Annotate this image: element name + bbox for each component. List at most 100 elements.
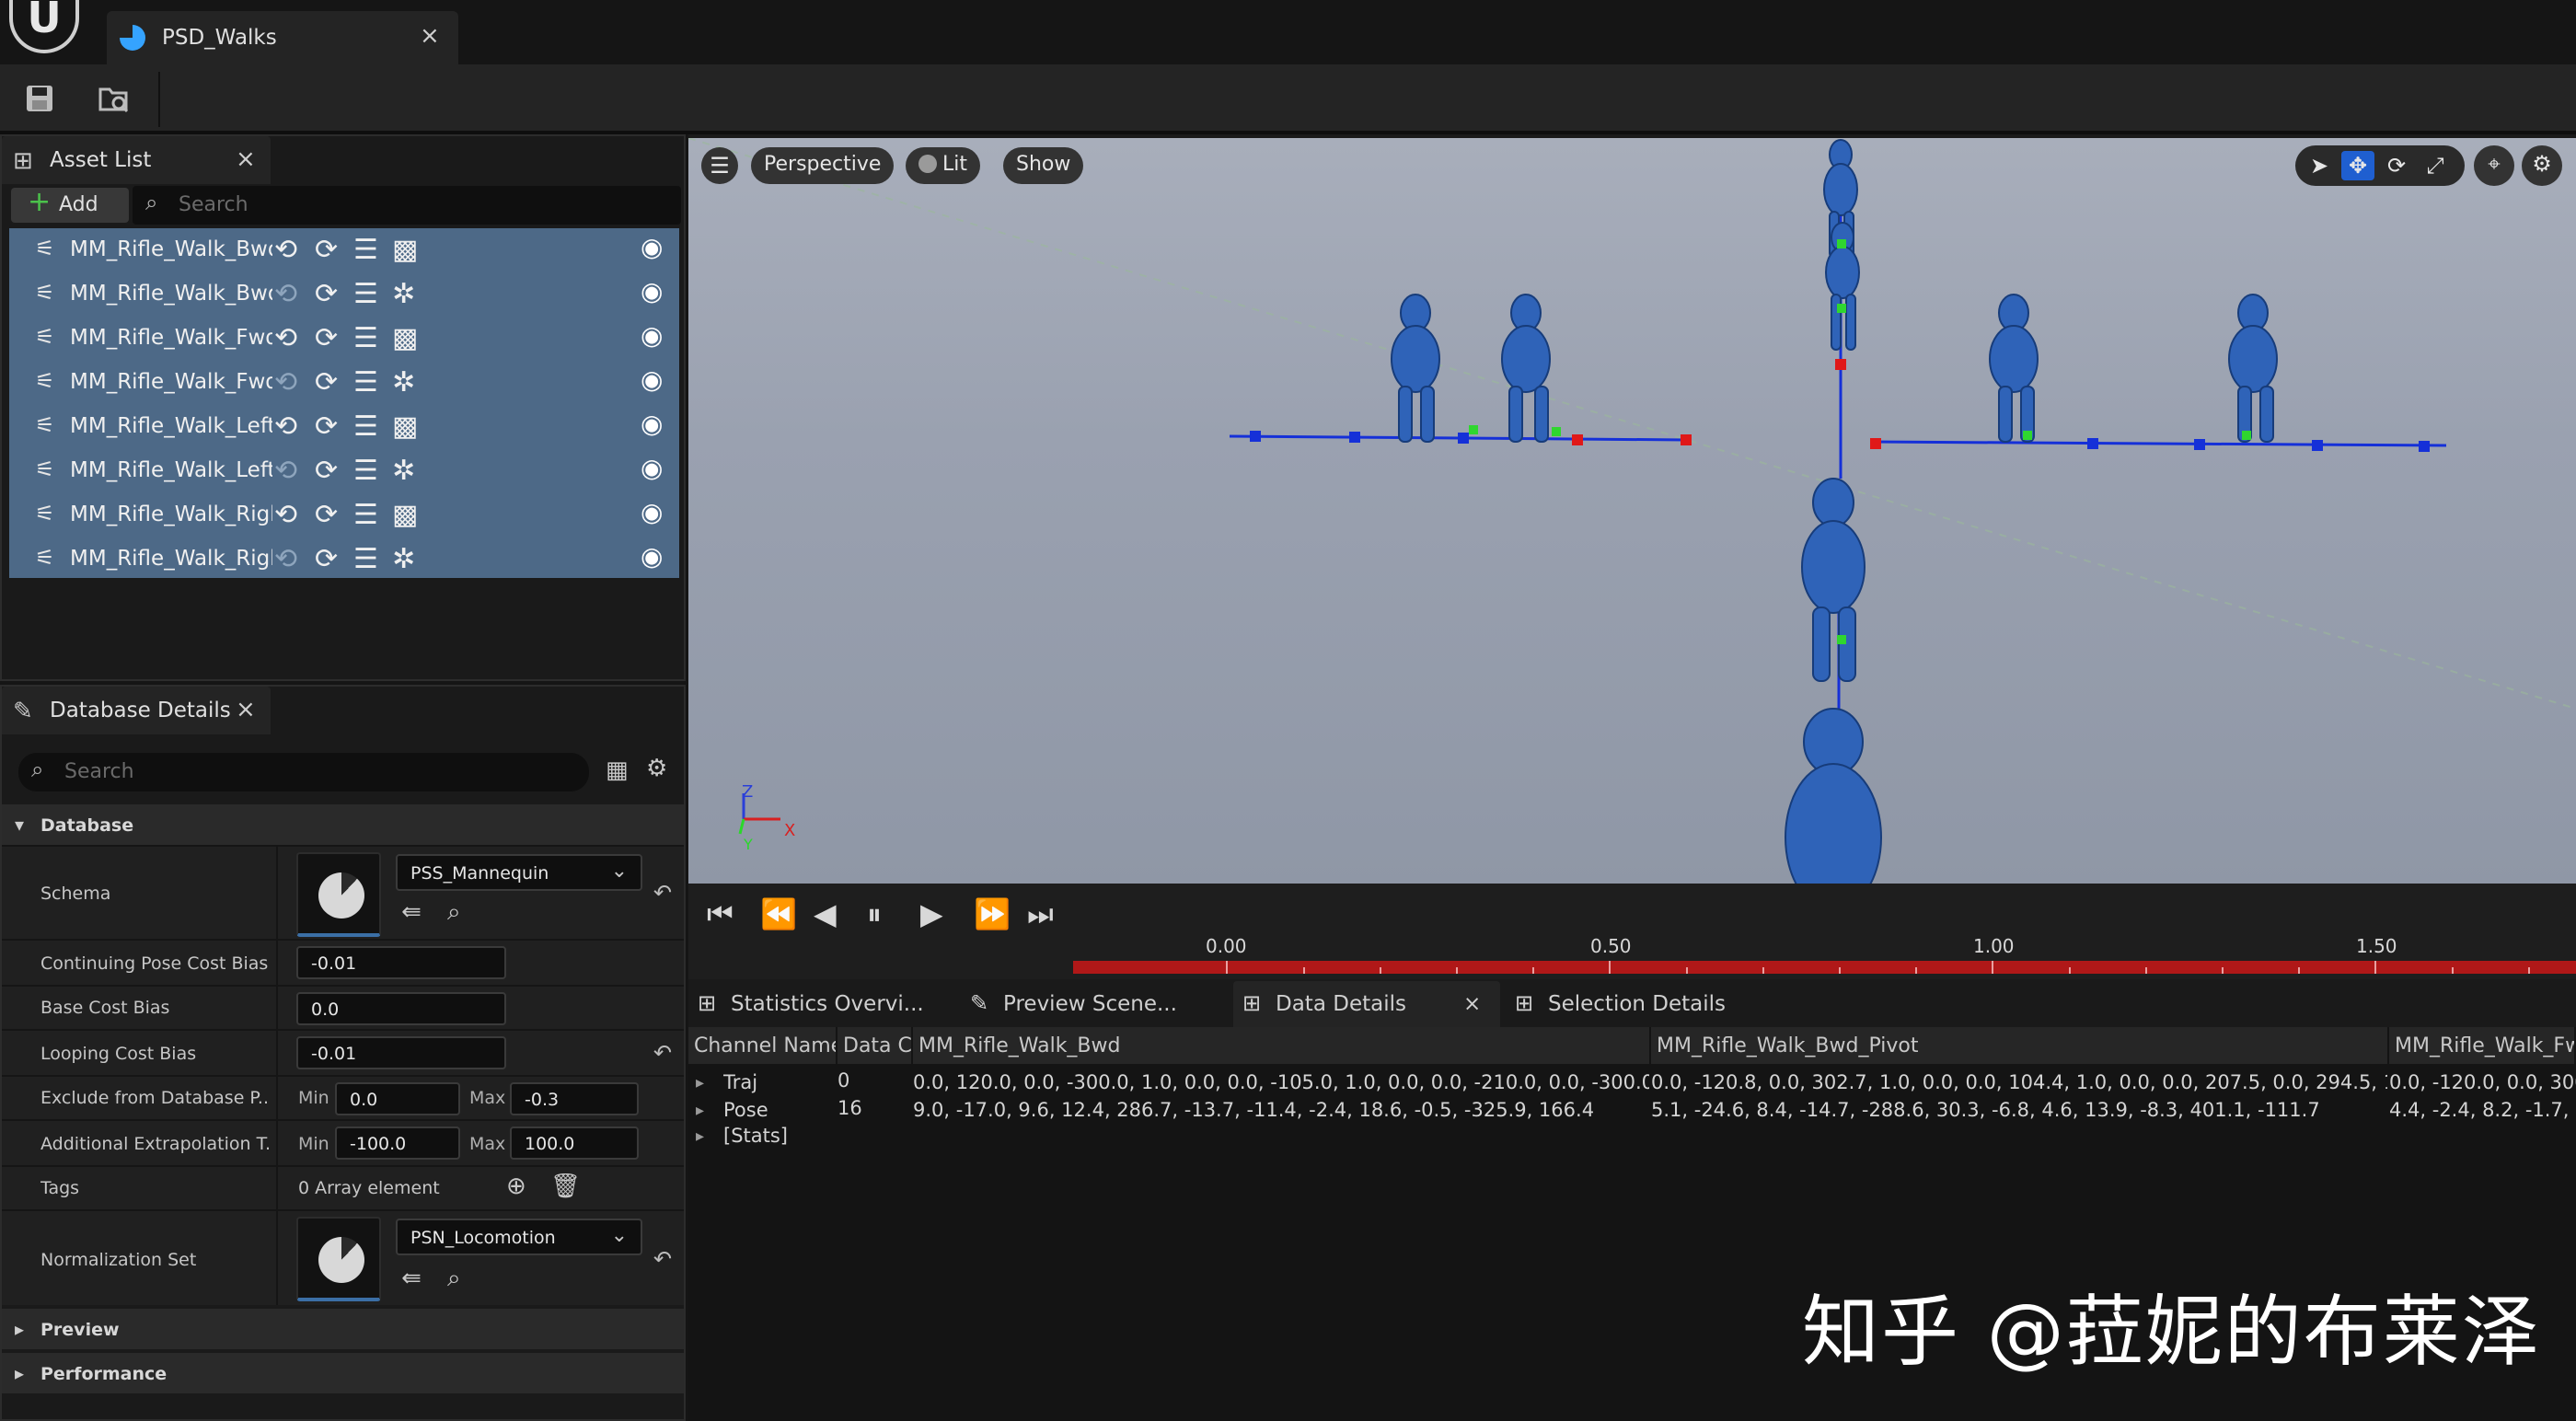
tab-selection-details[interactable]: ⊞ Selection Details xyxy=(1506,981,1782,1027)
base-cost-bias-input[interactable]: 0.0 xyxy=(296,992,506,1025)
close-icon[interactable]: × xyxy=(236,696,256,723)
save-icon[interactable] xyxy=(15,74,64,123)
database-details-tab[interactable]: ✎ Database Details × xyxy=(2,687,271,734)
loop-icon[interactable]: ⟲ xyxy=(274,455,297,487)
eye-icon[interactable]: ◉ xyxy=(641,453,663,483)
sampling-range-icon[interactable]: ☰ xyxy=(353,234,378,266)
camera-speed-icon[interactable]: ⚙ xyxy=(2522,145,2562,186)
play-reverse-icon[interactable]: ◀ xyxy=(814,896,837,931)
unreal-logo-icon[interactable]: U xyxy=(9,0,79,53)
loop-icon[interactable]: ⟲ xyxy=(274,234,297,266)
add-element-icon[interactable]: ⊕ xyxy=(506,1173,526,1200)
surface-snap-icon[interactable]: ⌖ xyxy=(2474,145,2514,186)
timeline-track[interactable] xyxy=(1073,961,2576,974)
browse-icon[interactable]: ⌕ xyxy=(447,1265,461,1293)
column-header[interactable]: MM_Rifle_Walk_Bwd_Pivot xyxy=(1651,1027,2389,1064)
browse-asset-icon[interactable] xyxy=(88,74,138,123)
preview-category[interactable]: ▸ Preview xyxy=(2,1309,684,1349)
exclude-max-input[interactable]: -0.3 xyxy=(510,1082,639,1115)
exclude-min-input[interactable]: 0.0 xyxy=(335,1082,460,1115)
reset-icon[interactable]: ↶ xyxy=(653,1040,672,1066)
details-search-input[interactable]: ⌕ Search xyxy=(18,753,589,791)
database-category[interactable]: ▾ Database xyxy=(2,804,684,845)
show-button[interactable]: Show xyxy=(1003,147,1084,184)
tab-preview-scene[interactable]: ✎ Preview Scene... xyxy=(961,981,1228,1027)
mirror-icon[interactable]: ⟳ xyxy=(315,499,338,531)
sampling-range-icon[interactable]: ☰ xyxy=(353,499,378,531)
enabled-icon[interactable]: ✲ xyxy=(392,543,415,575)
browse-icon[interactable]: ⌕ xyxy=(447,898,461,927)
normalization-set-combo[interactable]: PSN_Locomotion ⌄ xyxy=(396,1219,642,1255)
continuing-pose-cost-bias-input[interactable]: -0.01 xyxy=(296,946,506,979)
use-selected-icon[interactable]: ⇚ xyxy=(401,1265,422,1292)
scale-icon[interactable]: ⤢ xyxy=(2419,151,2452,180)
gear-icon[interactable]: ⚙ xyxy=(646,755,667,782)
mirror-icon[interactable]: ⟳ xyxy=(315,410,338,443)
extrapolation-max-input[interactable]: 100.0 xyxy=(510,1126,639,1160)
asset-row[interactable]: ⚟ MM_Rifle_Walk_Right ⟲ ⟳ ☰ ▩ ◉ xyxy=(9,493,679,537)
performance-category[interactable]: ▸ Performance xyxy=(2,1353,684,1393)
eye-icon[interactable]: ◉ xyxy=(641,364,663,395)
expand-arrow-icon[interactable]: ▸ xyxy=(696,1073,704,1092)
column-header[interactable]: MM_Rifle_Walk_Fw xyxy=(2389,1027,2576,1064)
mirror-icon[interactable]: ⟳ xyxy=(315,455,338,487)
sampling-range-icon[interactable]: ☰ xyxy=(353,366,378,399)
sampling-range-icon[interactable]: ☰ xyxy=(353,543,378,575)
eye-icon[interactable]: ◉ xyxy=(641,497,663,527)
sampling-range-icon[interactable]: ☰ xyxy=(353,322,378,354)
tab-data-details[interactable]: ⊞ Data Details × xyxy=(1233,981,1500,1027)
close-icon[interactable]: × xyxy=(236,145,256,173)
reset-icon[interactable]: ↶ xyxy=(653,880,672,906)
preview-viewport[interactable]: Z X Y ☰ Perspective Lit Show ➤ ✥ ⟳ ⤢ ⌖ ⚙ xyxy=(688,134,2576,884)
perspective-button[interactable]: Perspective xyxy=(751,147,895,184)
loop-icon[interactable]: ⟲ xyxy=(274,410,297,443)
reset-icon[interactable]: ↶ xyxy=(653,1246,672,1272)
eye-icon[interactable]: ◉ xyxy=(641,541,663,572)
go-to-start-icon[interactable]: ⏮ xyxy=(707,896,734,932)
lit-button[interactable]: Lit xyxy=(906,147,980,184)
eye-icon[interactable]: ◉ xyxy=(641,409,663,439)
trash-icon[interactable]: 🗑 xyxy=(550,1173,581,1200)
tab-statistics-overview[interactable]: ⊞ Statistics Overvi... xyxy=(688,981,946,1027)
enabled-icon[interactable]: ✲ xyxy=(392,455,415,487)
eye-icon[interactable]: ◉ xyxy=(641,320,663,351)
schema-combo[interactable]: PSS_Mannequin ⌄ xyxy=(396,854,642,891)
asset-row[interactable]: ⚟ MM_Rifle_Walk_Fwd ⟲ ⟳ ☰ ▩ ◉ xyxy=(9,317,679,361)
add-button[interactable]: + Add xyxy=(11,186,129,223)
looping-cost-bias-input[interactable]: -0.01 xyxy=(296,1036,506,1069)
table-view-icon[interactable]: ▦ xyxy=(606,757,629,784)
rotate-icon[interactable]: ⟳ xyxy=(2380,151,2413,180)
go-to-end-icon[interactable]: ⏭ xyxy=(1027,896,1054,932)
translate-icon[interactable]: ✥ xyxy=(2341,151,2374,180)
play-icon[interactable]: ▶ xyxy=(920,896,943,931)
mirror-icon[interactable]: ⟳ xyxy=(315,278,338,310)
loop-icon[interactable]: ⟲ xyxy=(274,499,297,531)
disabled-icon[interactable]: ▩ xyxy=(392,234,418,266)
close-icon[interactable]: × xyxy=(420,22,440,50)
asset-row[interactable]: ⚟ MM_Rifle_Walk_Bwd ⟲ ⟳ ☰ ✲ ◉ xyxy=(9,272,679,317)
asset-search-input[interactable]: ⌕ Search xyxy=(133,186,681,225)
asset-list-tab[interactable]: ⊞ Asset List × xyxy=(2,136,271,184)
expand-arrow-icon[interactable]: ▸ xyxy=(696,1101,704,1120)
eye-icon[interactable]: ◉ xyxy=(641,276,663,306)
sampling-range-icon[interactable]: ☰ xyxy=(353,278,378,310)
enabled-icon[interactable]: ✲ xyxy=(392,366,415,399)
select-arrow-icon[interactable]: ➤ xyxy=(2303,151,2336,180)
document-tab[interactable]: PSD_Walks × xyxy=(107,11,458,64)
disabled-icon[interactable]: ▩ xyxy=(392,499,418,531)
enabled-icon[interactable]: ✲ xyxy=(392,278,415,310)
disabled-icon[interactable]: ▩ xyxy=(392,410,418,443)
loop-icon[interactable]: ⟲ xyxy=(274,366,297,399)
column-header[interactable]: Data C xyxy=(837,1027,913,1064)
sampling-range-icon[interactable]: ☰ xyxy=(353,455,378,487)
asset-row[interactable]: ⚟ MM_Rifle_Walk_Bwd ⟲ ⟳ ☰ ▩ ◉ xyxy=(9,228,679,272)
disabled-icon[interactable]: ▩ xyxy=(392,322,418,354)
asset-row[interactable]: ⚟ MM_Rifle_Walk_Right ⟲ ⟳ ☰ ✲ ◉ xyxy=(9,537,679,582)
column-header[interactable]: Channel Name xyxy=(688,1027,837,1064)
loop-icon[interactable]: ⟲ xyxy=(274,322,297,354)
asset-row[interactable]: ⚟ MM_Rifle_Walk_Left ⟲ ⟳ ☰ ▩ ◉ xyxy=(9,405,679,449)
mirror-icon[interactable]: ⟳ xyxy=(315,322,338,354)
asset-row[interactable]: ⚟ MM_Rifle_Walk_Fwd ⟲ ⟳ ☰ ✲ ◉ xyxy=(9,361,679,405)
asset-row[interactable]: ⚟ MM_Rifle_Walk_Left ⟲ ⟳ ☰ ✲ ◉ xyxy=(9,449,679,493)
step-back-icon[interactable]: ⏪ xyxy=(760,896,797,931)
